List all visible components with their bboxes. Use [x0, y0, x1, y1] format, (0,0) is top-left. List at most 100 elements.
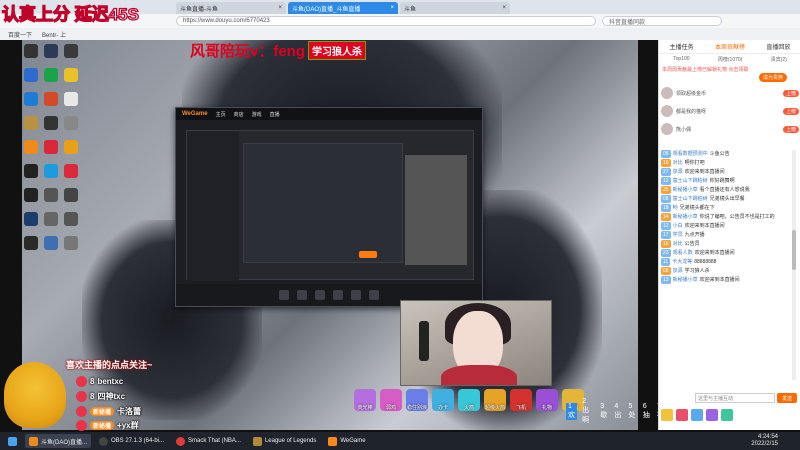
chat-username[interactable]: 富士山下跳柏树	[673, 177, 708, 185]
gift-item[interactable]: 办卡	[432, 389, 454, 411]
desktop-icon[interactable]	[24, 44, 38, 58]
wegame-nav-item[interactable]: 主页	[216, 111, 226, 118]
gift-item[interactable]: 稳住别浪	[406, 389, 428, 411]
desktop-icon[interactable]	[64, 92, 78, 106]
desktop-icon[interactable]	[64, 140, 78, 154]
desktop-icon[interactable]	[24, 68, 38, 82]
taskbar-app[interactable]: League of Legends	[249, 434, 320, 448]
scroll-thumb[interactable]	[792, 230, 796, 270]
desktop-icon[interactable]	[24, 92, 38, 106]
close-icon[interactable]: ×	[502, 5, 506, 11]
favorite-link[interactable]: 百度一下	[8, 30, 32, 39]
tab-replay[interactable]: 直播回放	[766, 42, 790, 51]
gift-item[interactable]: 飞机	[510, 389, 532, 411]
tab-tasks[interactable]: 主播任务	[670, 42, 694, 51]
chat-username[interactable]: 观看人数	[673, 249, 693, 257]
tab-contribution[interactable]: 本周贡献榜	[715, 42, 745, 51]
send-button[interactable]: 发送	[777, 393, 797, 403]
shortcut-1[interactable]: 1 欢	[566, 402, 578, 420]
desktop-icon[interactable]	[44, 164, 58, 178]
desktop-icon[interactable]	[44, 116, 58, 130]
wegame-nav-item[interactable]: 游戏	[252, 111, 262, 118]
shortcut-4[interactable]: 4 出	[612, 403, 623, 420]
noble-button[interactable]: 成为贵族	[759, 73, 788, 82]
desktop-icon[interactable]	[24, 188, 38, 202]
gift-item[interactable]: 礼物	[536, 389, 558, 411]
close-icon[interactable]: ×	[278, 5, 282, 11]
chat-username[interactable]: 哟	[673, 204, 678, 212]
chat-username[interactable]: 卡大龙等	[672, 258, 692, 266]
toolbar-icon[interactable]	[297, 290, 307, 300]
desktop-icon[interactable]	[64, 212, 78, 226]
chat-username[interactable]: 新秘播小草	[673, 213, 698, 221]
desktop-icon[interactable]	[24, 212, 38, 226]
toolbar-icon[interactable]	[279, 290, 289, 300]
desktop-icon[interactable]	[64, 188, 78, 202]
wegame-nav-item[interactable]: 直播	[270, 111, 280, 118]
chat-username[interactable]: 富士山下跳柏树	[673, 195, 708, 203]
wegame-nav-item[interactable]: 商店	[234, 111, 244, 118]
desktop-icon[interactable]	[24, 164, 38, 178]
gift-item[interactable]: 超级火箭	[484, 389, 506, 411]
rank-row[interactable]: 都是我的猫呀 上榜	[661, 102, 799, 120]
favorite-link[interactable]: Bentr- 上	[42, 30, 66, 39]
browser-tab-active[interactable]: 斗鱼(DAO)直播_斗鱼直播 ×	[288, 2, 398, 14]
subtab-vip[interactable]: 贵宾(2)	[771, 56, 787, 63]
chat-username[interactable]: 泉源	[673, 267, 683, 275]
chat-username[interactable]: 对比	[673, 159, 683, 167]
desktop-icon[interactable]	[64, 236, 78, 250]
gift-icon[interactable]	[721, 409, 733, 421]
desktop-icon[interactable]	[64, 116, 78, 130]
chat-username[interactable]: 学员	[673, 231, 683, 239]
chat-scrollbar[interactable]	[792, 150, 796, 380]
browser-tab[interactable]: 斗鱼 ×	[400, 2, 510, 14]
gift-icon[interactable]	[661, 409, 673, 421]
toolbar-icon[interactable]	[369, 290, 379, 300]
rank-row[interactable]: 熊小偶 上榜	[661, 120, 799, 138]
desktop-icon[interactable]	[64, 164, 78, 178]
toolbar-icon[interactable]	[351, 290, 361, 300]
desktop-icon[interactable]	[44, 92, 58, 106]
gift-item[interactable]: 弱鸡	[380, 389, 402, 411]
gift-icon[interactable]	[691, 409, 703, 421]
subtab-top[interactable]: Top100	[673, 56, 689, 62]
subtab-week[interactable]: 周榜(1070)	[718, 56, 742, 63]
desktop-icon[interactable]	[44, 188, 58, 202]
desktop-icon[interactable]	[44, 68, 58, 82]
shortcut-6[interactable]: 6 抽	[641, 403, 652, 420]
chat-username[interactable]: 对比	[673, 240, 683, 248]
gift-icon[interactable]	[706, 409, 718, 421]
taskbar-app[interactable]: 斗鱼(DAO)直播...	[25, 434, 91, 448]
chat-username[interactable]: 观看数据预测中	[673, 150, 708, 158]
browser-tab[interactable]: 斗鱼直播-斗鱼 ×	[176, 2, 286, 14]
gift-icon[interactable]	[676, 409, 688, 421]
wegame-settings-panel[interactable]	[243, 143, 403, 263]
wegame-start-button[interactable]	[359, 251, 377, 258]
shortcut-3[interactable]: 3 歇	[598, 403, 609, 420]
desktop-icon[interactable]	[44, 212, 58, 226]
taskbar-app[interactable]: OBS 27.1.3 (64-bi...	[95, 434, 168, 448]
wegame-window[interactable]: WeGame 主页 商店 游戏 直播	[175, 107, 483, 307]
chat-username[interactable]: 泉源	[673, 168, 683, 176]
chat-username[interactable]: 小白	[673, 222, 683, 230]
chat-input[interactable]: 这里与主播互动	[695, 393, 775, 403]
desktop-icon[interactable]	[44, 140, 58, 154]
toolbar-icon[interactable]	[333, 290, 343, 300]
taskbar-app[interactable]: WeGame	[324, 434, 369, 448]
gift-item[interactable]: 火箭	[458, 389, 480, 411]
shortcut-2[interactable]: 2 出啊	[580, 398, 595, 425]
desktop-icon[interactable]	[24, 236, 38, 250]
address-bar[interactable]: https://www.douyu.com/6770423	[176, 16, 596, 26]
chat-username[interactable]: 新秘播小草	[673, 186, 698, 194]
rank-row[interactable]: 领取超级金币 上榜	[661, 84, 799, 102]
close-icon[interactable]: ×	[390, 5, 394, 11]
toolbar-icon[interactable]	[315, 290, 325, 300]
search-input[interactable]: 抖音直播同款	[602, 16, 722, 26]
chat-username[interactable]: 新秘播小草	[673, 276, 698, 284]
start-button[interactable]	[4, 434, 21, 448]
gift-item[interactable]: 荧光棒	[354, 389, 376, 411]
desktop-icon[interactable]	[44, 44, 58, 58]
desktop-icon[interactable]	[24, 116, 38, 130]
taskbar-app[interactable]: Smack That (NBA...	[172, 434, 245, 448]
wegame-sidebar[interactable]	[187, 131, 239, 281]
